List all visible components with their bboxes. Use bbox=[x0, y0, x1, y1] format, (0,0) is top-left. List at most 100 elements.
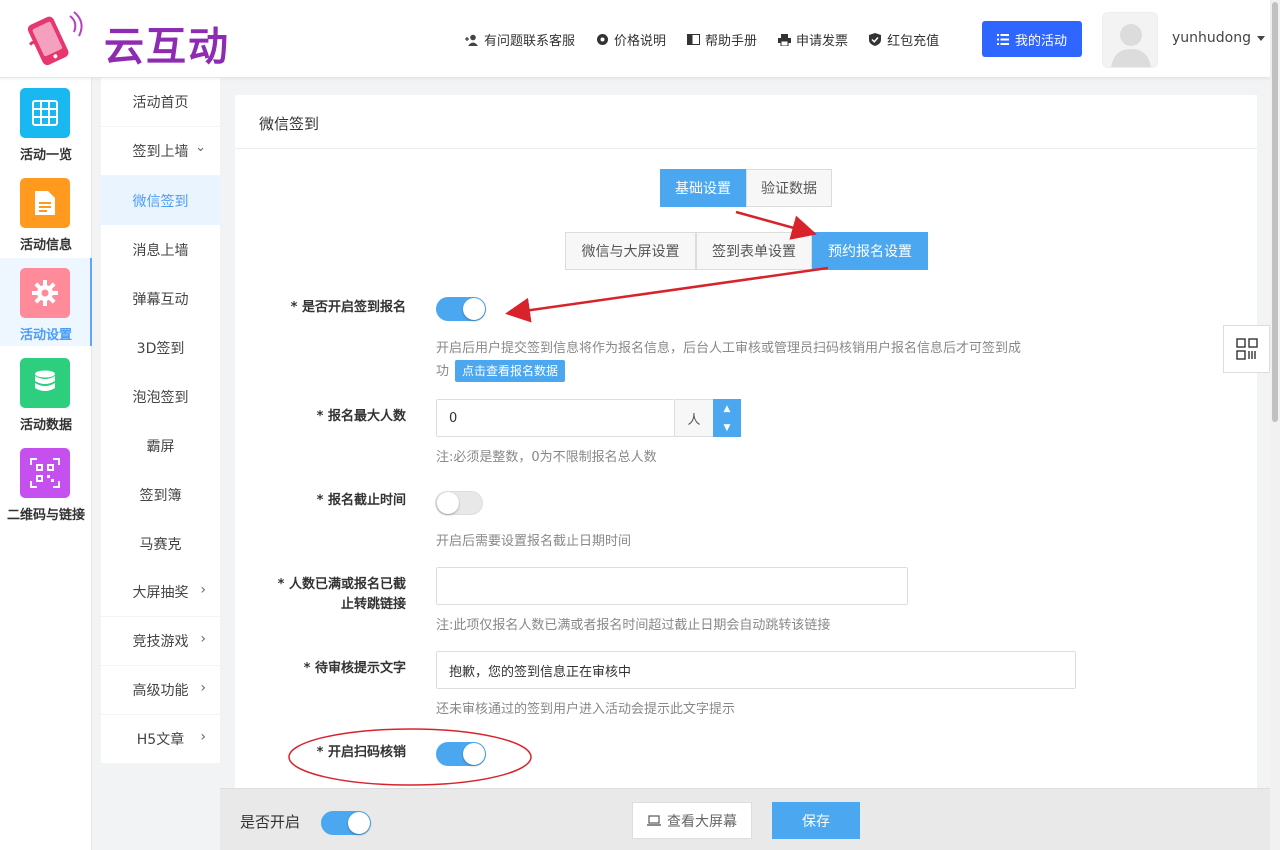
logo[interactable]: 云互动 bbox=[20, 10, 230, 70]
view-big-screen-button[interactable]: 查看大屏幕 bbox=[632, 802, 752, 839]
sidebar-label: 活动设置 bbox=[19, 328, 72, 343]
pending-text-label: * 待审核提示文字 bbox=[303, 661, 406, 676]
nav-help-manual[interactable]: 帮助手册 bbox=[686, 30, 757, 49]
submenu-label: 活动首页 bbox=[132, 95, 189, 111]
submenu-danmaku[interactable]: 弹幕互动 bbox=[101, 274, 220, 323]
redirect-url-input[interactable] bbox=[436, 567, 908, 605]
sidebar-item-activity-info[interactable]: 活动信息 bbox=[0, 168, 92, 256]
footer-enable-toggle[interactable] bbox=[321, 811, 371, 835]
nav-pricing[interactable]: 价格说明 bbox=[595, 30, 666, 49]
submenu-h5-article[interactable]: H5文章 › bbox=[101, 715, 220, 764]
sub-menu: 活动首页 签到上墙 ⌄ 微信签到 消息上墙 弹幕互动 3D签到 泡泡签到 霸屏 签… bbox=[101, 78, 220, 764]
user-menu[interactable]: yunhudong bbox=[1172, 30, 1265, 46]
nav-label: 价格说明 bbox=[614, 34, 667, 49]
nav-invoice[interactable]: 申请发票 bbox=[777, 30, 848, 49]
toggle-knob bbox=[437, 492, 459, 514]
redirect-label-line2: 止转跳链接 bbox=[340, 597, 406, 612]
hint-line-2: 功点击查看报名数据 bbox=[436, 360, 1096, 383]
my-activity-button[interactable]: 我的活动 bbox=[982, 21, 1082, 57]
submenu-label: 霸屏 bbox=[146, 438, 175, 455]
scan-verify-toggle[interactable] bbox=[436, 742, 486, 766]
sidebar-item-activity-overview[interactable]: 活动一览 bbox=[0, 78, 92, 166]
nav-label: 红包充值 bbox=[887, 34, 940, 49]
nav-label: 帮助手册 bbox=[705, 34, 758, 49]
sidebar-item-activity-settings[interactable]: 活动设置 bbox=[0, 258, 92, 346]
hint-text: 功 bbox=[436, 364, 450, 379]
nav-label: 有问题联系客服 bbox=[484, 34, 576, 49]
qrcode-float-button[interactable] bbox=[1223, 325, 1270, 373]
submenu-label: 高级功能 bbox=[132, 683, 189, 699]
submenu-signin-wall[interactable]: 签到上墙 ⌄ bbox=[101, 127, 220, 176]
enable-signup-hint: 开启后用户提交签到信息将作为报名信息，后台人工审核或管理员扫码核销用户报名信息后… bbox=[436, 338, 1096, 383]
chevron-down-icon: ⌄ bbox=[195, 140, 206, 155]
book-icon bbox=[686, 33, 700, 47]
tab-reservation-settings[interactable]: 预约报名设置 bbox=[812, 232, 928, 270]
qrcode-icon bbox=[1235, 338, 1258, 360]
page-title: 微信签到 bbox=[259, 115, 320, 133]
sidebar-label: 二维码与链接 bbox=[6, 508, 85, 523]
submenu-3d-signin[interactable]: 3D签到 bbox=[101, 323, 220, 372]
scrollbar-thumb[interactable] bbox=[1272, 2, 1278, 422]
submenu-activity-home[interactable]: 活动首页 bbox=[101, 78, 220, 127]
toggle-knob bbox=[348, 812, 370, 834]
chevron-up-icon[interactable]: ▲ bbox=[724, 404, 731, 414]
page-scrollbar[interactable] bbox=[1270, 0, 1280, 850]
icon-sidebar: 活动一览 活动信息 活动设置 活动数据 二维码与链接 bbox=[0, 78, 92, 850]
submenu-signin-book[interactable]: 签到簿 bbox=[101, 470, 220, 519]
deadline-toggle[interactable] bbox=[435, 491, 483, 515]
submenu-mosaic[interactable]: 马赛克 bbox=[101, 519, 220, 568]
chevron-right-icon: › bbox=[200, 729, 206, 745]
max-count-unit: 人 bbox=[675, 399, 714, 437]
qrcode-icon bbox=[20, 448, 70, 498]
footer-bar: 是否开启 查看大屏幕 保存 bbox=[220, 788, 1270, 850]
sidebar-item-activity-data[interactable]: 活动数据 bbox=[0, 348, 92, 436]
sidebar-item-qrcode-link[interactable]: 二维码与链接 bbox=[0, 438, 92, 526]
submenu-label: 签到上墙 bbox=[132, 144, 189, 160]
nav-red-packet-recharge[interactable]: 红包充值 bbox=[868, 30, 939, 49]
logo-text: 云互动 bbox=[104, 24, 230, 70]
printer-icon bbox=[777, 33, 791, 47]
caret-down-icon bbox=[1257, 35, 1265, 41]
toggle-knob bbox=[463, 298, 485, 320]
submenu-label: 弹幕互动 bbox=[132, 291, 189, 308]
sidebar-label: 活动数据 bbox=[19, 418, 72, 433]
nav-label: 申请发票 bbox=[796, 34, 849, 49]
divider bbox=[235, 148, 1257, 149]
submenu-games[interactable]: 竞技游戏 › bbox=[101, 617, 220, 666]
top-tabs: 基础设置 验证数据 bbox=[660, 169, 832, 207]
chevron-right-icon: › bbox=[200, 631, 206, 647]
top-nav: 有问题联系客服 价格说明 帮助手册 申请发票 红包充值 bbox=[465, 30, 959, 49]
list-icon bbox=[996, 33, 1009, 45]
tab-basic-settings[interactable]: 基础设置 bbox=[660, 169, 746, 207]
submenu-label: 消息上墙 bbox=[132, 242, 189, 259]
tab-verify-data[interactable]: 验证数据 bbox=[746, 169, 832, 207]
submenu-bubble-signin[interactable]: 泡泡签到 bbox=[101, 372, 220, 421]
save-button[interactable]: 保存 bbox=[772, 802, 860, 839]
view-signup-data-button[interactable]: 点击查看报名数据 bbox=[455, 360, 566, 382]
my-activity-label: 我的活动 bbox=[1014, 33, 1067, 49]
username: yunhudong bbox=[1172, 30, 1251, 46]
submenu-label: 3D签到 bbox=[136, 340, 185, 357]
submenu-lottery[interactable]: 大屏抽奖 › bbox=[101, 568, 220, 617]
submenu-wechat-signin[interactable]: 微信签到 bbox=[101, 176, 220, 225]
tab-wechat-screen-settings[interactable]: 微信与大屏设置 bbox=[565, 232, 696, 270]
chevron-down-icon[interactable]: ▼ bbox=[724, 423, 731, 433]
submenu-screen-takeover[interactable]: 霸屏 bbox=[101, 421, 220, 470]
top-header: 云互动 有问题联系客服 价格说明 帮助手册 申请发票 红包充值 我的活动 yun… bbox=[0, 0, 1270, 78]
enable-signup-toggle[interactable] bbox=[436, 297, 486, 321]
hint-line: 开启后用户提交签到信息将作为报名信息，后台人工审核或管理员扫码核销用户报名信息后… bbox=[436, 341, 1022, 356]
pending-text-input[interactable]: 抱歉，您的签到信息正在审核中 bbox=[436, 651, 1076, 689]
max-count-label: * 报名最大人数 bbox=[316, 409, 406, 424]
submenu-label: 竞技游戏 bbox=[132, 634, 189, 650]
sidebar-label: 活动一览 bbox=[19, 148, 72, 163]
tab-signin-form-settings[interactable]: 签到表单设置 bbox=[696, 232, 812, 270]
max-count-stepper[interactable]: ▲ ▼ bbox=[713, 399, 741, 437]
max-count-input[interactable]: 0 bbox=[436, 399, 675, 437]
submenu-message-wall[interactable]: 消息上墙 bbox=[101, 225, 220, 274]
submenu-advanced[interactable]: 高级功能 › bbox=[101, 666, 220, 715]
user-plus-icon bbox=[465, 33, 479, 47]
phone-logo-icon bbox=[27, 11, 83, 66]
submenu-label: 签到簿 bbox=[139, 487, 182, 504]
avatar[interactable] bbox=[1102, 12, 1158, 68]
nav-contact-support[interactable]: 有问题联系客服 bbox=[465, 30, 575, 49]
